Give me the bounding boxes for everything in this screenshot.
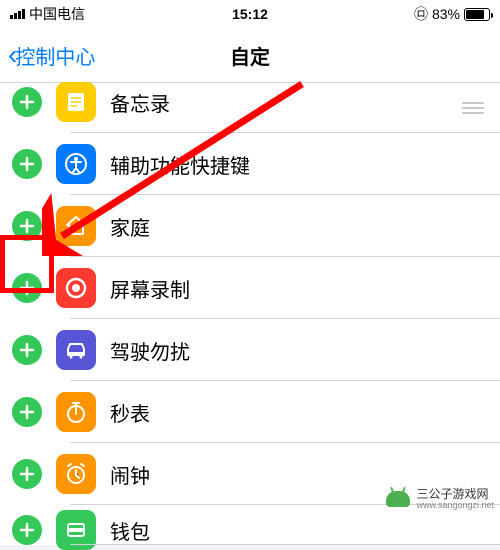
item-label: 屏幕录制 bbox=[110, 274, 488, 303]
wallet-icon bbox=[56, 510, 96, 550]
watermark: 三公子游戏网 www.sangongzi.net bbox=[386, 488, 494, 511]
battery-icon bbox=[464, 8, 490, 21]
list-item: 家庭 bbox=[0, 195, 500, 257]
clock-label: 15:12 bbox=[170, 6, 330, 22]
page-title: 自定 bbox=[230, 41, 270, 70]
add-button[interactable] bbox=[12, 515, 42, 545]
list-item: 辅助功能快捷键 bbox=[0, 133, 500, 195]
add-button[interactable] bbox=[12, 459, 42, 489]
add-button[interactable] bbox=[12, 397, 42, 427]
home-icon bbox=[56, 206, 96, 246]
item-label: 家庭 bbox=[110, 212, 488, 241]
stopwatch-icon bbox=[56, 392, 96, 432]
item-label: 辅助功能快捷键 bbox=[110, 150, 488, 179]
controls-list: 备忘录 辅助功能快捷键 家庭 屏幕录制 bbox=[0, 83, 500, 545]
item-label: 钱包 bbox=[110, 516, 488, 545]
item-label: 驾驶勿扰 bbox=[110, 336, 488, 365]
battery-percent: 83% bbox=[432, 6, 460, 22]
list-item: 屏幕录制 bbox=[0, 257, 500, 319]
watermark-logo-icon bbox=[386, 491, 410, 507]
drag-handle-icon[interactable] bbox=[462, 102, 488, 114]
rotation-lock-icon: ㋺ bbox=[414, 4, 428, 24]
alarm-icon bbox=[56, 454, 96, 494]
item-label: 备忘录 bbox=[110, 88, 462, 117]
add-button[interactable] bbox=[12, 211, 42, 241]
record-icon bbox=[56, 268, 96, 308]
signal-icon bbox=[10, 9, 25, 19]
back-button[interactable]: ‹ 控制中心 bbox=[8, 41, 95, 70]
add-button[interactable] bbox=[12, 149, 42, 179]
back-label: 控制中心 bbox=[15, 41, 95, 70]
car-icon bbox=[56, 330, 96, 370]
watermark-url: www.sangongzi.net bbox=[416, 501, 494, 511]
add-button[interactable] bbox=[12, 335, 42, 365]
carrier-label: 中国电信 bbox=[29, 4, 85, 24]
add-button[interactable] bbox=[12, 273, 42, 303]
item-label: 闹钟 bbox=[110, 460, 488, 489]
item-label: 秒表 bbox=[110, 398, 488, 427]
navigation-bar: ‹ 控制中心 自定 bbox=[0, 28, 500, 83]
accessibility-icon bbox=[56, 144, 96, 184]
list-item: 驾驶勿扰 bbox=[0, 319, 500, 381]
list-item: 钱包 bbox=[0, 505, 500, 545]
list-item: 秒表 bbox=[0, 381, 500, 443]
add-button[interactable] bbox=[12, 87, 42, 117]
status-bar: 中国电信 15:12 ㋺ 83% bbox=[0, 0, 500, 28]
note-icon bbox=[56, 82, 96, 122]
list-item: 备忘录 bbox=[0, 83, 500, 133]
